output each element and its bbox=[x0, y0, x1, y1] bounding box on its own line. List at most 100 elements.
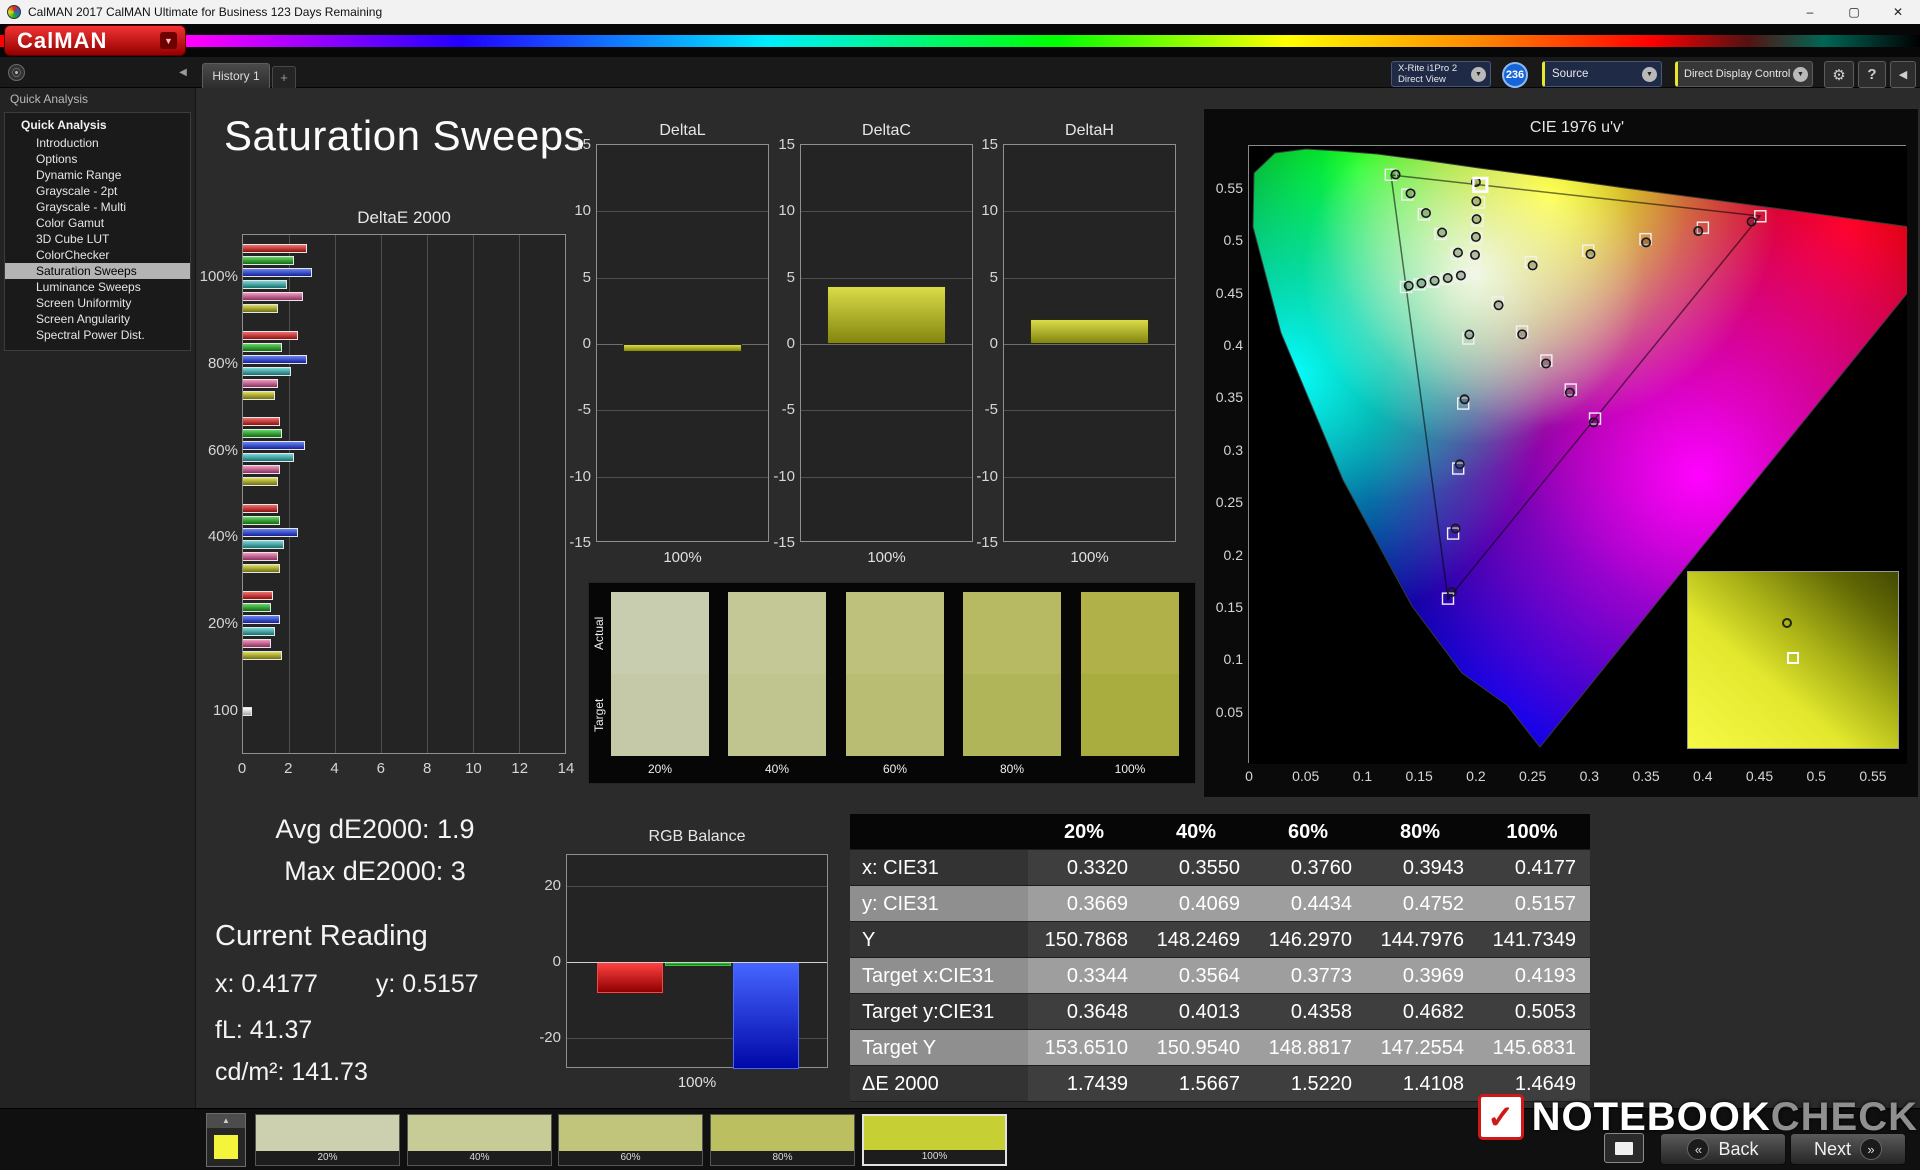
sidebar-item-grayscale-multi[interactable]: Grayscale - Multi bbox=[5, 199, 190, 215]
cie-measured-yellow bbox=[1471, 196, 1482, 207]
sidebar-item-options[interactable]: Options bbox=[5, 151, 190, 167]
rgb-bar-blue bbox=[733, 962, 799, 1069]
cie-measured-green bbox=[1420, 208, 1431, 219]
deltae-bar-red bbox=[243, 243, 308, 253]
actual-swatch bbox=[963, 592, 1061, 674]
axis-tick-label: 10 bbox=[981, 202, 998, 220]
logo-dropdown-icon[interactable]: ▼ bbox=[160, 32, 177, 49]
close-button[interactable]: ✕ bbox=[1876, 0, 1920, 24]
sidebar-item-color-gamut[interactable]: Color Gamut bbox=[5, 215, 190, 231]
pattern-swatch-100[interactable]: 100% bbox=[862, 1114, 1007, 1166]
deltae-bar-green bbox=[243, 515, 280, 525]
axis-tick-label: 15 bbox=[778, 136, 795, 153]
chevron-down-icon[interactable]: ▼ bbox=[1471, 66, 1486, 82]
pattern-swatch-40[interactable]: 40% bbox=[407, 1114, 552, 1166]
sidebar-item-3d-cube-lut[interactable]: 3D Cube LUT bbox=[5, 231, 190, 247]
cie-measured-red bbox=[1641, 237, 1652, 248]
deltae-bar-blue bbox=[243, 527, 299, 537]
pattern-swatch-80[interactable]: 80% bbox=[710, 1114, 855, 1166]
current-x: x: 0.4177 bbox=[215, 970, 318, 998]
calman-window: CalMAN 2017 CalMAN Ultimate for Business… bbox=[0, 0, 1920, 1170]
table-row-target-x-cie31: Target x:CIE31 0.3344 0.3564 0.3773 0.3969 0.… bbox=[850, 958, 1590, 994]
cie-measured-red bbox=[1746, 216, 1757, 227]
gridline bbox=[567, 885, 827, 887]
collapse-panel-icon[interactable]: ◀ bbox=[1890, 61, 1916, 88]
cie-measured-yellow bbox=[1470, 231, 1481, 242]
pattern-swatch-60[interactable]: 60% bbox=[558, 1114, 703, 1166]
gear-icon[interactable]: ⚙ bbox=[1824, 61, 1854, 88]
table-cell: 153.6510 bbox=[1044, 1037, 1128, 1059]
table-cell: 150.9540 bbox=[1156, 1037, 1240, 1059]
nav-bullet-icon[interactable]: ⦿ bbox=[8, 64, 25, 81]
maximize-button[interactable]: ▢ bbox=[1832, 0, 1876, 24]
gridline bbox=[1004, 476, 1175, 478]
axis-tick-label: 0.55 bbox=[1859, 768, 1887, 784]
cie-measured-red bbox=[1693, 226, 1704, 237]
table-row-label: ΔE 2000 bbox=[850, 1066, 1028, 1101]
table-header-row: 20% 40% 60% 80% 100% bbox=[850, 814, 1590, 850]
axis-tick-label: 10 bbox=[574, 202, 591, 220]
sidebar-item-screen-angularity[interactable]: Screen Angularity bbox=[5, 311, 190, 327]
axis-tick-label: 0.1 bbox=[1352, 768, 1373, 784]
axis-tick-label: 2 bbox=[284, 760, 293, 777]
gridline bbox=[801, 211, 972, 213]
sidebar-item-introduction[interactable]: Introduction bbox=[5, 135, 190, 151]
cie-measured-blue bbox=[1450, 523, 1461, 534]
deltae-bar-magenta bbox=[243, 291, 303, 301]
calman-logo[interactable]: CalMAN ▼ bbox=[4, 25, 186, 56]
sidebar-item-saturation-sweeps[interactable]: Saturation Sweeps bbox=[5, 263, 190, 279]
sidebar-collapse-icon[interactable]: ◀ bbox=[175, 64, 191, 81]
source-dropdown[interactable]: Source ▼ bbox=[1542, 61, 1662, 87]
deltae-bar-cyan bbox=[243, 539, 285, 549]
sidebar-item-luminance-sweeps[interactable]: Luminance Sweeps bbox=[5, 279, 190, 295]
chevron-down-icon[interactable]: ▼ bbox=[1793, 66, 1808, 82]
chevron-down-icon[interactable]: ▼ bbox=[1642, 66, 1657, 82]
axis-tick-label: 6 bbox=[376, 760, 386, 777]
swatch-label: 100% bbox=[1114, 762, 1146, 776]
gridline bbox=[801, 344, 972, 345]
swatch-column-40: 40% bbox=[728, 592, 826, 776]
deltah-chart: DeltaH 15 10 5 0 -5 -10 -15 100% bbox=[967, 122, 1212, 572]
sidebar-item-colorchecker[interactable]: ColorChecker bbox=[5, 247, 190, 263]
display-control-dropdown[interactable]: Direct Display Control ▼ bbox=[1675, 61, 1813, 87]
target-row-label: Target bbox=[592, 698, 606, 732]
help-icon[interactable]: ? bbox=[1858, 61, 1886, 88]
target-swatch bbox=[1081, 674, 1179, 756]
gridline bbox=[1004, 277, 1175, 279]
axis-tick-label: 0.45 bbox=[1215, 284, 1243, 301]
minimize-button[interactable]: – bbox=[1788, 0, 1832, 24]
cie-measured-cyan bbox=[1429, 275, 1440, 286]
chart-title: DeltaH bbox=[1065, 122, 1114, 139]
current-pattern-box[interactable]: ▲ bbox=[206, 1113, 246, 1167]
meter-dropdown[interactable]: X-Rite i1Pro 2 Direct View ▼ bbox=[1391, 61, 1491, 87]
meter-count-badge[interactable]: 236 bbox=[1502, 62, 1528, 88]
back-arrow-icon: « bbox=[1687, 1138, 1710, 1160]
axis-tick-label: 0.35 bbox=[1215, 389, 1243, 406]
sidebar-item-spectral-power-dist[interactable]: Spectral Power Dist. bbox=[5, 327, 190, 343]
table-row-label: Target x:CIE31 bbox=[850, 958, 1028, 993]
cie-measured-magenta bbox=[1517, 329, 1528, 340]
sidebar-item-dynamic-range[interactable]: Dynamic Range bbox=[5, 167, 190, 183]
target-swatch bbox=[611, 674, 709, 756]
table-cell: 0.3943 bbox=[1402, 857, 1464, 879]
add-tab-button[interactable]: + bbox=[272, 66, 296, 88]
eject-icon[interactable]: ▲ bbox=[207, 1114, 245, 1128]
swatch-column-100: 100% bbox=[1081, 592, 1179, 776]
sidebar-item-grayscale-2pt[interactable]: Grayscale - 2pt bbox=[5, 183, 190, 199]
tab-history-1[interactable]: History 1 bbox=[202, 63, 270, 88]
table-cell: 0.5053 bbox=[1514, 1001, 1576, 1023]
swatch-label: 40% bbox=[764, 762, 790, 776]
source-label: Source bbox=[1552, 68, 1589, 80]
tree-root-quick-analysis[interactable]: Quick Analysis bbox=[5, 116, 190, 135]
pattern-swatch-20[interactable]: 20% bbox=[255, 1114, 400, 1166]
pattern-label: 40% bbox=[408, 1151, 551, 1165]
axis-tick-label: 0 bbox=[237, 760, 247, 777]
sidebar-item-screen-uniformity[interactable]: Screen Uniformity bbox=[5, 295, 190, 311]
chart-title: DeltaL bbox=[659, 122, 706, 139]
back-label: Back bbox=[1718, 1138, 1759, 1159]
cie-measured-magenta bbox=[1588, 417, 1599, 428]
table-cell: 0.4177 bbox=[1514, 857, 1576, 879]
table-row-x-cie31: x: CIE31 0.3320 0.3550 0.3760 0.3943 0.4177 bbox=[850, 850, 1590, 886]
actual-swatch bbox=[846, 592, 944, 674]
table-corner-cell bbox=[850, 814, 1028, 849]
